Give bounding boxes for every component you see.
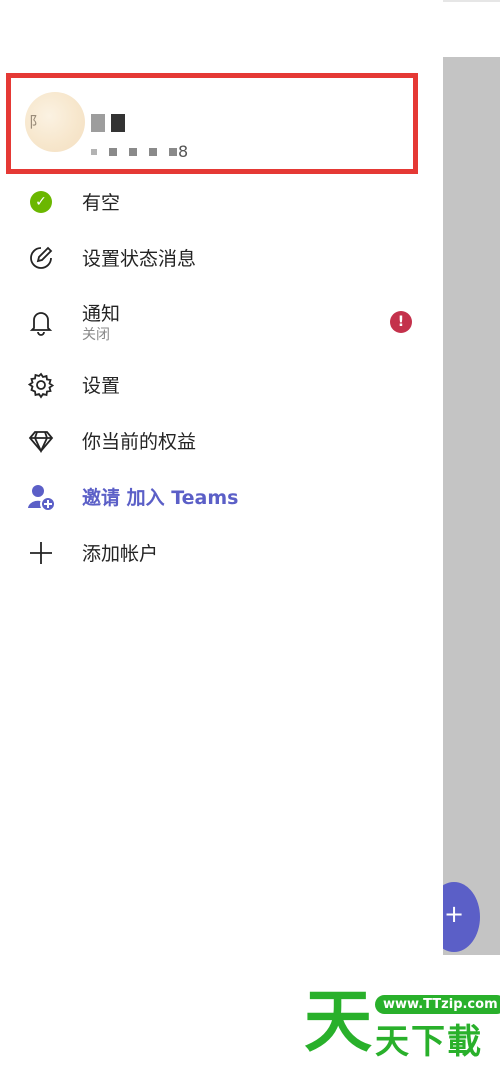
menu-item-benefits[interactable]: 你当前的权益	[0, 413, 443, 469]
avatar[interactable]: 阝	[25, 92, 85, 152]
menu-item-add-account[interactable]: 添加帐户	[0, 525, 443, 581]
profile-header[interactable]: 阝 8	[6, 73, 418, 174]
redacted-block	[91, 148, 97, 155]
menu-item-status-label: 有空	[82, 192, 121, 214]
menu-item-invite[interactable]: 邀请 加入 Teams	[0, 469, 443, 525]
redacted-block	[111, 114, 125, 132]
redacted-block	[149, 147, 157, 156]
redacted-block	[91, 114, 105, 132]
menu-item-settings[interactable]: 设置	[0, 357, 443, 413]
redacted-block	[129, 147, 137, 156]
menu-item-benefits-label: 你当前的权益	[82, 431, 197, 453]
plus-icon	[26, 538, 56, 568]
redacted-block	[169, 147, 177, 156]
menu-item-set-status-message-label: 设置状态消息	[82, 248, 197, 270]
add-person-icon	[26, 482, 56, 512]
menu-item-settings-label: 设置	[82, 375, 121, 397]
bell-icon	[26, 307, 56, 337]
menu-item-notifications[interactable]: 通知 关闭 !	[0, 291, 443, 357]
account-drawer: 阝 8 ✓ 有空 设置状态消息 通知 关闭 ! 设置 你当前的权益 邀请 加入 …	[0, 0, 443, 955]
menu-item-set-status-message[interactable]: 设置状态消息	[0, 230, 443, 286]
status-bar-edge	[443, 0, 500, 2]
menu-item-add-account-label: 添加帐户	[82, 543, 159, 565]
phone-tail: 8	[169, 142, 188, 161]
diamond-icon	[26, 426, 56, 456]
menu-item-notifications-label: 通知	[82, 303, 121, 325]
menu-item-status[interactable]: ✓ 有空	[0, 174, 443, 230]
gear-icon	[26, 370, 56, 400]
phone-suffix: 8	[178, 142, 189, 161]
redacted-block	[109, 147, 117, 156]
avatar-initial: 阝	[29, 113, 45, 131]
notification-alert-icon: !	[390, 311, 412, 333]
available-status-dot: ✓	[30, 191, 52, 213]
compose-icon: +	[443, 900, 465, 928]
watermark-url: www.TTzip.com	[375, 995, 500, 1014]
watermark-text: 天下載	[375, 1022, 483, 1062]
profile-name-redacted	[91, 114, 125, 132]
app-screen: + 阝 8 ✓ 有空 设置状态消息 通知 关闭 ! 设置 你当前的权益 邀请 加…	[0, 0, 500, 1082]
dimmed-backdrop[interactable]	[443, 57, 500, 955]
available-check-icon: ✓	[26, 187, 56, 217]
profile-phone-redacted: 8	[91, 142, 188, 161]
watermark-logo-char: 天	[304, 983, 373, 1062]
menu-item-invite-label: 邀请 加入 Teams	[82, 487, 239, 509]
menu-item-notifications-sublabel: 关闭	[82, 327, 110, 343]
edit-status-icon	[26, 243, 56, 273]
